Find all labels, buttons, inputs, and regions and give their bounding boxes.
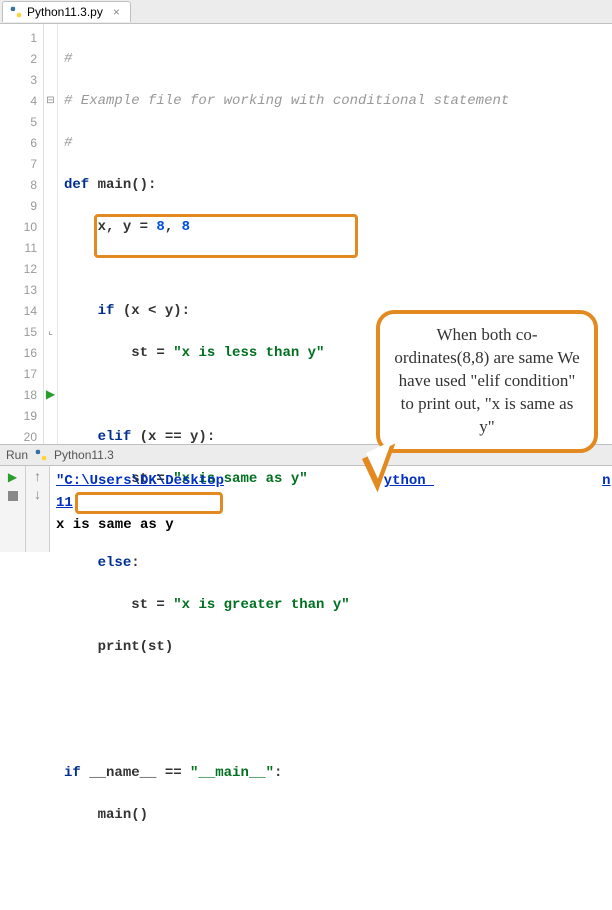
line-number: 19 <box>0 406 37 427</box>
tab-filename: Python11.3.py <box>27 5 103 19</box>
line-number: 6 <box>0 133 37 154</box>
line-number: 14 <box>0 301 37 322</box>
keyword-if: if <box>64 765 81 781</box>
comment: # <box>64 135 72 151</box>
python-file-icon <box>9 5 23 19</box>
line-number: 16 <box>0 343 37 364</box>
name-test: __name__ == <box>81 765 190 781</box>
line-number: 3 <box>0 70 37 91</box>
string: "x is less than y" <box>173 345 324 361</box>
comment: # Example file for working with conditio… <box>64 93 509 109</box>
assign: st = <box>131 345 173 361</box>
line-number: 2 <box>0 49 37 70</box>
annotation-callout: When both co-ordinates(8,8) are same We … <box>376 310 598 453</box>
line-number: 13 <box>0 280 37 301</box>
punct: : <box>274 765 282 781</box>
console-path: "C:\Users\DK\Desktop <box>56 473 224 489</box>
close-icon[interactable]: × <box>113 5 120 19</box>
punct: , <box>165 219 182 235</box>
run-gutter-icon[interactable]: ▶ <box>44 385 57 406</box>
func-name: main <box>89 177 131 193</box>
assign: st = <box>131 597 173 613</box>
punct: (st) <box>140 639 174 655</box>
fold-toggle[interactable]: ⊟ <box>44 91 57 112</box>
line-number-gutter: 1 2 3 4 5 6 7 8 9 10 11 12 13 14 15 16 1… <box>0 24 44 444</box>
program-output: x is same as y <box>56 517 174 533</box>
line-number: 12 <box>0 259 37 280</box>
fold-column: ⊟ ⌞ ▶ <box>44 24 58 444</box>
rerun-button[interactable]: ▶ <box>8 470 17 485</box>
stop-button[interactable] <box>8 491 18 501</box>
line-number: 20 <box>0 427 37 448</box>
call-main: main() <box>98 807 148 823</box>
callout-text: When both co-ordinates(8,8) are same We … <box>394 325 579 436</box>
line-number: 15 <box>0 322 37 343</box>
run-console: ▶ ↑ ↓ "C:\Users\DK\Desktop ython n 11 x … <box>0 466 612 552</box>
line-number: 5 <box>0 112 37 133</box>
console-output[interactable]: "C:\Users\DK\Desktop ython n 11 x is sam… <box>50 466 612 552</box>
line-number: 9 <box>0 196 37 217</box>
tab-bar: Python11.3.py × <box>0 0 612 24</box>
run-config-name: Python11.3 <box>54 448 114 462</box>
editor-tab[interactable]: Python11.3.py × <box>2 1 131 22</box>
keyword-if: if <box>98 303 115 319</box>
line-number: 17 <box>0 364 37 385</box>
comment: # <box>64 51 72 67</box>
keyword-def: def <box>64 177 89 193</box>
line-number: 1 <box>0 28 37 49</box>
punct: (): <box>131 177 156 193</box>
assign: x, y = <box>98 219 157 235</box>
line-number: 11 <box>0 238 37 259</box>
condition: (x < y): <box>114 303 190 319</box>
keyword-elif: elif <box>98 429 132 445</box>
fold-end: ⌞ <box>44 322 57 343</box>
console-path-tail: ython <box>384 473 434 489</box>
number: 8 <box>182 219 190 235</box>
string: "x is greater than y" <box>173 597 349 613</box>
string: "__main__" <box>190 765 274 781</box>
keyword-else: else <box>98 555 132 571</box>
builtin-print: print <box>98 639 140 655</box>
line-number: 18 <box>0 385 37 406</box>
console-controls: ▶ <box>0 466 26 552</box>
line-number: 10 <box>0 217 37 238</box>
number: 8 <box>156 219 164 235</box>
line-number: 8 <box>0 175 37 196</box>
console-nav: ↑ ↓ <box>26 466 50 552</box>
line-number: 4 <box>0 91 37 112</box>
punct: : <box>131 555 139 571</box>
line-number: 7 <box>0 154 37 175</box>
condition: (x == y): <box>131 429 215 445</box>
run-label: Run <box>6 448 28 462</box>
down-arrow-icon[interactable]: ↓ <box>33 488 41 504</box>
up-arrow-icon[interactable]: ↑ <box>33 470 41 486</box>
python-file-icon <box>34 448 48 462</box>
